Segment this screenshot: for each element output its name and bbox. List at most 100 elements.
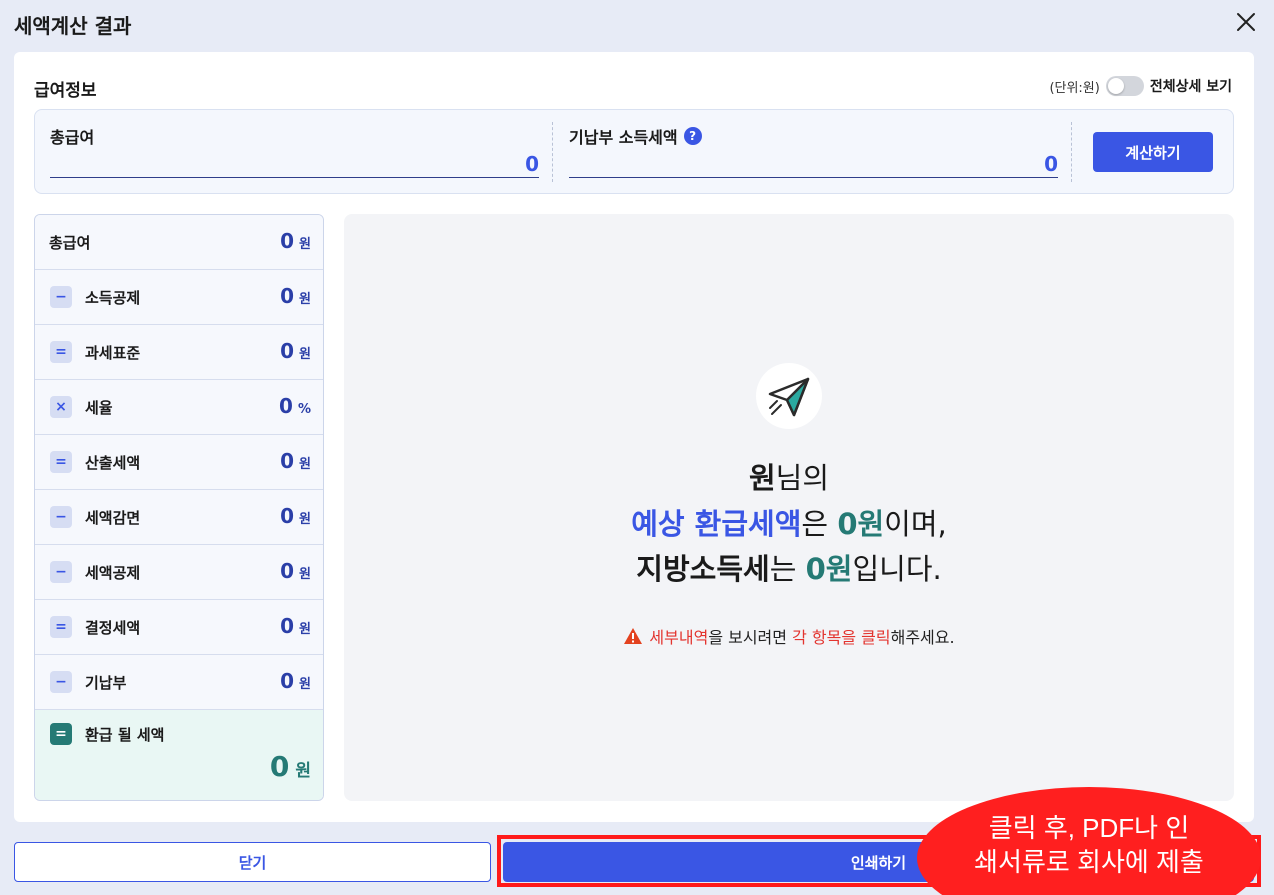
total-salary-input[interactable] (50, 150, 539, 178)
breakdown-value: 0원 (280, 449, 311, 473)
breakdown-row[interactable]: − 기납부 0 원 (35, 655, 323, 710)
unit-label: (단위:원) (1049, 80, 1100, 96)
breakdown-amount: 0 (280, 449, 295, 473)
result-line-3: 지방소득세는 0원입니다. (344, 546, 1234, 588)
refund-tax-amount: 0원 (837, 507, 885, 541)
breakdown-amount: 0 (280, 339, 295, 363)
breakdown-label: 기납부 (85, 674, 127, 692)
breakdown-row[interactable]: = 산출세액 0 원 (35, 435, 323, 490)
breakdown-unit: 원 (299, 512, 311, 527)
result-line-1: 원님의 (344, 455, 1234, 497)
prepaid-tax-input[interactable] (569, 150, 1058, 178)
toggle-label: 전체상세 보기 (1149, 79, 1232, 95)
detail-toggle[interactable] (1105, 76, 1144, 96)
breakdown-amount: 0 (280, 229, 295, 253)
breakdown-row[interactable]: = 과세표준 0 원 (35, 325, 323, 380)
field-divider (552, 122, 553, 182)
breakdown-row[interactable]: = 결정세액 0 원 (35, 600, 323, 655)
breakdown-label: 소득공제 (85, 289, 141, 307)
refund-value: 0 원 (270, 750, 311, 783)
breakdown-unit: % (297, 402, 311, 417)
breakdown-unit: 원 (299, 622, 311, 637)
breakdown-unit: 원 (299, 237, 311, 252)
breakdown-row[interactable]: 총급여 0 원 (35, 215, 323, 270)
callout-text: 클릭 후, PDF나 인 쇄서류로 회사에 제출 (917, 811, 1261, 879)
operator-icon: = (50, 341, 72, 363)
detail-notice: 세부내역을 보시려면 각 항목을 클릭해주세요. (344, 624, 1234, 648)
total-salary-field: 총급여 (50, 110, 539, 193)
breakdown-value: 0원 (280, 339, 311, 363)
result-panel: 원님의 예상 환급세액은 0원이며, 지방소득세는 0원입니다. 세부내역을 보… (344, 214, 1234, 801)
breakdown-unit: 원 (299, 347, 311, 362)
operator-icon: − (50, 561, 72, 583)
operator-icon: − (50, 671, 72, 693)
breakdown-label: 세액감면 (85, 509, 141, 527)
calculate-button[interactable]: 계산하기 (1093, 132, 1213, 172)
breakdown-label: 과세표준 (85, 344, 141, 362)
close-button[interactable]: 닫기 (14, 842, 491, 882)
breakdown-amount: 0 (280, 669, 295, 693)
breakdown-amount: 0 (280, 504, 295, 528)
close-icon[interactable] (1232, 8, 1260, 36)
section-title: 급여정보 (34, 81, 97, 101)
breakdown-amount: 0 (279, 394, 293, 418)
result-line3-particle: 는 (769, 552, 806, 586)
callout-line-1: 클릭 후, PDF나 인 (988, 813, 1190, 843)
refund-amount: 0 (269, 750, 290, 783)
prepaid-tax-label-text: 기납부 소득세액 (569, 128, 678, 147)
breakdown-unit: 원 (299, 677, 311, 692)
notice-text-2: 해주세요. (890, 628, 955, 647)
breakdown-value: 0원 (280, 284, 311, 308)
result-line3-suffix: 입니다. (852, 552, 942, 586)
operator-icon: = (50, 451, 72, 473)
breakdown-label: 결정세액 (85, 619, 141, 637)
breakdown-amount: 0 (280, 614, 295, 638)
breakdown-row[interactable]: − 소득공제 0 원 (35, 270, 323, 325)
breakdown-value: 0원 (280, 229, 311, 253)
notice-highlight-2: 각 항목을 클릭 (792, 628, 891, 647)
operator-icon: × (50, 396, 72, 418)
unit-toggle-row: (단위:원) 전체상세 보기 (1049, 75, 1232, 97)
total-salary-label: 총급여 (50, 124, 94, 148)
equals-icon: = (50, 723, 72, 745)
help-icon[interactable]: ? (683, 127, 702, 145)
dialog-header: 세액계산 결과 (0, 0, 1274, 48)
breakdown-label: 세액공제 (85, 564, 141, 582)
refund-row[interactable]: = 환급 될 세액 0 원 (35, 710, 323, 800)
notice-highlight-1: 세부내역 (649, 628, 709, 647)
operator-icon: = (50, 616, 72, 638)
breakdown-value: 0원 (280, 669, 311, 693)
breakdown-label: 세율 (85, 399, 113, 417)
breakdown-row[interactable]: × 세율 0% (35, 380, 323, 435)
breakdown-value: 0% (279, 394, 311, 418)
breakdown-row[interactable]: − 세액감면 0 원 (35, 490, 323, 545)
dialog-title: 세액계산 결과 (14, 14, 132, 38)
prepaid-tax-label: 기납부 소득세액 ? (569, 124, 702, 148)
refund-tax-label: 예상 환급세액 (631, 507, 802, 541)
breakdown-unit: 원 (299, 567, 311, 582)
local-tax-amount: 0원 (805, 552, 853, 586)
breakdown-label: 산출세액 (85, 454, 141, 472)
result-card: 급여정보 (단위:원) 전체상세 보기 총급여 기납부 소득세액 ? 계산하기 … (14, 52, 1254, 822)
notice-text-1: 을 보시려면 (708, 628, 793, 647)
prepaid-tax-field: 기납부 소득세액 ? (569, 110, 1058, 193)
breakdown-amount: 0 (280, 559, 295, 583)
result-line2-suffix: 이며, (884, 507, 947, 541)
paper-plane-icon (756, 363, 822, 429)
local-tax-label: 지방소득세 (636, 552, 770, 586)
callout-line-2: 쇄서류로 회사에 제출 (974, 847, 1204, 877)
breakdown-value: 0원 (280, 614, 311, 638)
breakdown-label: 총급여 (49, 234, 91, 252)
warning-icon (624, 628, 643, 644)
total-salary-label-text: 총급여 (50, 128, 95, 147)
breakdown-panel: 총급여 0 원 − 소득공제 0 원 = 과세표준 0 원 × 세율 0% = 산출세액 0 원 − 세액감면 0 원 − 세… (34, 214, 324, 801)
operator-icon: − (50, 506, 72, 528)
breakdown-value: 0원 (280, 504, 311, 528)
salary-input-box: 총급여 기납부 소득세액 ? 계산하기 (34, 109, 1234, 194)
breakdown-amount: 0 (280, 284, 295, 308)
toggle-knob (1107, 78, 1124, 94)
breakdown-unit: 원 (299, 292, 311, 307)
breakdown-row[interactable]: − 세액공제 0 원 (35, 545, 323, 600)
result-line-2: 예상 환급세액은 0원이며, (344, 501, 1234, 543)
operator-icon: − (50, 286, 72, 308)
